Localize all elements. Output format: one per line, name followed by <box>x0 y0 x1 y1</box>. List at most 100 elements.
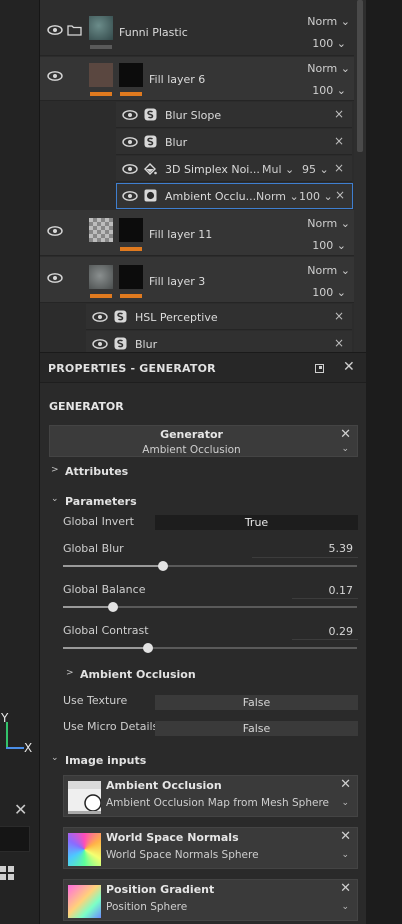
layer-opacity[interactable]: 100 ⌄ <box>312 84 346 97</box>
folder-blend-label: Norm <box>307 15 338 28</box>
eye-icon[interactable] <box>47 226 63 236</box>
layer-row-folder[interactable]: Funni Plastic Norm ⌄ 100 ⌄ <box>40 0 366 56</box>
close-icon[interactable]: ✕ <box>14 800 27 819</box>
remove-effect-icon[interactable]: × <box>334 161 344 175</box>
close-panel-icon[interactable]: ✕ <box>343 359 355 375</box>
layer-row-fill-layer-6[interactable]: Fill layer 6 Norm ⌄ 100 ⌄ <box>40 57 366 101</box>
viewport-3d[interactable]: Y X ✕ <box>0 0 40 924</box>
mask-active-bar <box>120 247 142 251</box>
close-icon[interactable]: ✕ <box>340 427 351 442</box>
effect-row-blur[interactable]: Blur × <box>116 129 352 155</box>
eye-icon[interactable] <box>92 312 108 322</box>
close-icon[interactable]: ✕ <box>340 881 351 896</box>
scrollbar-thumb[interactable] <box>357 0 363 152</box>
effect-row-ambient-occlusion[interactable]: Ambient Occlu... Norm ⌄ 100 ⌄ × <box>116 183 353 209</box>
filter-icon <box>114 337 127 350</box>
layer-blend-mode[interactable]: Norm ⌄ <box>307 264 350 277</box>
global-balance-slider[interactable] <box>63 602 357 612</box>
folder-mask-bar <box>90 45 112 49</box>
layer-name: Fill layer 11 <box>149 228 213 241</box>
use-texture-toggle[interactable]: False <box>155 695 358 710</box>
folder-opacity[interactable]: 100 ⌄ <box>312 37 346 50</box>
eye-icon[interactable] <box>122 191 138 201</box>
grid-view-icon[interactable] <box>0 866 16 882</box>
effect-row-hsl-perceptive[interactable]: HSL Perceptive × <box>86 304 352 330</box>
global-blur-slider[interactable] <box>63 561 357 571</box>
global-contrast-slider[interactable] <box>63 643 357 653</box>
eye-icon[interactable] <box>122 164 138 174</box>
mask-active-bar <box>120 92 142 96</box>
layer-blend-mode[interactable]: Norm ⌄ <box>307 217 350 230</box>
image-input-ambient-occlusion[interactable]: Ambient Occlusion Ambient Occlusion Map … <box>63 775 358 817</box>
effect-opacity-label: 100 <box>299 190 320 203</box>
chevron-down-icon[interactable]: ⌄ <box>341 444 349 454</box>
remove-effect-icon[interactable]: × <box>335 188 345 202</box>
attributes-group[interactable]: Attributes <box>65 465 128 478</box>
folder-blend-mode[interactable]: Norm ⌄ <box>307 15 350 28</box>
close-icon[interactable]: ✕ <box>340 777 351 792</box>
global-contrast-value[interactable]: 0.29 <box>252 625 354 638</box>
eye-icon[interactable] <box>47 25 63 35</box>
chevron-down-icon[interactable]: ⌄ <box>341 902 349 912</box>
chevron-right-icon[interactable]: > <box>51 465 59 475</box>
layer-blend-mode[interactable]: Norm ⌄ <box>307 62 350 75</box>
use-texture-label: Use Texture <box>63 694 128 707</box>
layer-opacity[interactable]: 100 ⌄ <box>312 286 346 299</box>
layer-opacity-label: 100 <box>312 84 334 97</box>
chevron-right-icon[interactable]: > <box>66 668 74 678</box>
layer-thumbnail <box>89 218 113 242</box>
slider-handle[interactable] <box>143 643 154 653</box>
generator-selector[interactable]: Generator Ambient Occlusion ✕ ⌄ <box>49 425 358 457</box>
use-micro-details-toggle[interactable]: False <box>155 721 358 736</box>
eye-icon[interactable] <box>47 71 63 81</box>
effect-row-3d-simplex-noise[interactable]: 3D Simplex Noi... Mul ⌄ 95 ⌄ × <box>116 156 352 182</box>
layer-stack-scrollbar[interactable] <box>354 0 366 352</box>
close-icon[interactable]: ✕ <box>340 829 351 844</box>
global-blur-value[interactable]: 5.39 <box>252 542 354 555</box>
slider-handle[interactable] <box>107 602 118 612</box>
parameters-group[interactable]: Parameters <box>65 495 137 508</box>
effect-row-blur-slope[interactable]: Blur Slope × <box>116 102 352 128</box>
layer-opacity[interactable]: 100 ⌄ <box>312 239 346 252</box>
eye-icon[interactable] <box>122 137 138 147</box>
ambient-occlusion-group[interactable]: Ambient Occlusion <box>80 668 196 681</box>
image-input-thumbnail <box>68 781 102 814</box>
effect-opacity[interactable]: 100 ⌄ <box>299 190 333 203</box>
image-inputs-group[interactable]: Image inputs <box>65 754 146 767</box>
effect-blend-mode[interactable]: Mul ⌄ <box>262 163 294 176</box>
global-invert-toggle[interactable]: True <box>155 515 358 530</box>
chevron-down-icon[interactable]: ⌄ <box>51 753 59 763</box>
image-input-position-gradient[interactable]: Position Gradient Position Sphere ✕ ⌄ <box>63 879 358 921</box>
remove-effect-icon[interactable]: × <box>334 336 344 350</box>
effect-blend-label: Mul <box>262 163 282 176</box>
chevron-down-icon[interactable]: ⌄ <box>341 798 349 808</box>
image-input-world-space-normals[interactable]: World Space Normals World Space Normals … <box>63 827 358 869</box>
filter-icon <box>114 310 127 323</box>
eye-icon[interactable] <box>122 110 138 120</box>
eye-icon[interactable] <box>47 273 63 283</box>
mask-thumbnail <box>119 218 143 242</box>
filter-icon <box>144 135 157 148</box>
left-panel-field[interactable] <box>0 826 30 852</box>
remove-effect-icon[interactable]: × <box>334 107 344 121</box>
remove-effect-icon[interactable]: × <box>334 309 344 323</box>
layer-row-fill-layer-11[interactable]: Fill layer 11 Norm ⌄ 100 ⌄ <box>40 210 366 256</box>
global-balance-value[interactable]: 0.17 <box>252 584 354 597</box>
float-panel-icon[interactable] <box>315 364 324 373</box>
value-underline <box>252 557 358 558</box>
slider-handle[interactable] <box>157 561 168 571</box>
effect-row-blur-2[interactable]: Blur × <box>86 331 352 352</box>
effect-blend-mode[interactable]: Norm ⌄ <box>256 190 299 203</box>
generator-icon <box>144 189 157 202</box>
chevron-down-icon[interactable]: ⌄ <box>341 850 349 860</box>
chevron-down-icon[interactable]: ⌄ <box>51 494 59 504</box>
eye-icon[interactable] <box>92 339 108 349</box>
global-contrast-label: Global Contrast <box>63 624 149 637</box>
remove-effect-icon[interactable]: × <box>334 134 344 148</box>
slider-fill <box>63 606 113 608</box>
layer-stack: Funni Plastic Norm ⌄ 100 ⌄ Fill layer 6 … <box>40 0 366 352</box>
layer-row-fill-layer-3[interactable]: Fill layer 3 Norm ⌄ 100 ⌄ <box>40 257 366 303</box>
value-underline <box>292 598 358 599</box>
effect-opacity[interactable]: 95 ⌄ <box>302 163 329 176</box>
fill-icon <box>143 162 157 175</box>
